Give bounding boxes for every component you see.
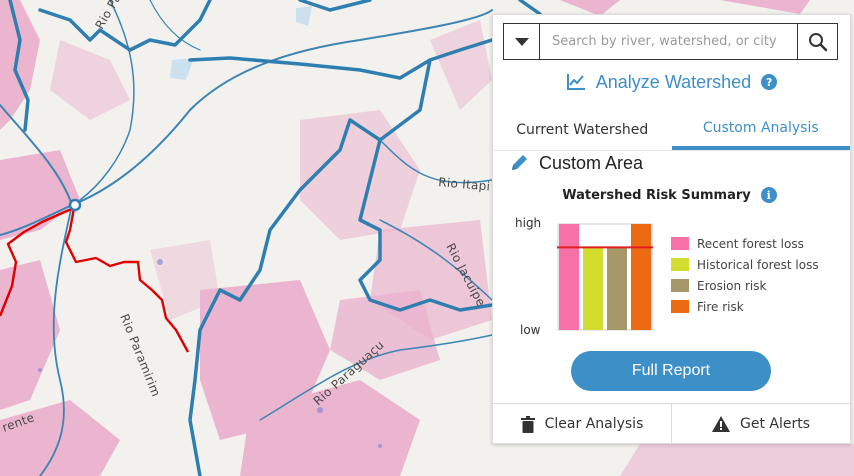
full-report-button[interactable]: Full Report <box>571 351 771 391</box>
get-alerts-label: Get Alerts <box>739 416 811 432</box>
clear-analysis-button[interactable]: Clear Analysis <box>493 404 671 444</box>
panel-footer: Clear Analysis Get Alerts <box>493 403 850 444</box>
legend-swatch <box>671 237 689 250</box>
risk-bar <box>583 247 603 330</box>
trash-icon <box>520 415 535 433</box>
clear-analysis-label: Clear Analysis <box>544 416 644 432</box>
custom-area-header: Custom Area <box>509 153 643 173</box>
risk-bar-chart <box>557 223 653 331</box>
risk-summary-title: Watershed Risk Summary <box>562 187 751 203</box>
legend-label: Recent forest loss <box>697 236 804 251</box>
tab-custom-analysis[interactable]: Custom Analysis <box>671 109 850 151</box>
analysis-tabs: Current Watershed Custom Analysis <box>493 109 850 151</box>
legend-label: Erosion risk <box>697 278 767 293</box>
pencil-icon <box>512 155 527 170</box>
legend-item: Historical forest loss <box>671 254 819 275</box>
legend-swatch <box>671 300 689 313</box>
search-input[interactable] <box>540 24 797 59</box>
y-axis-label-high: high <box>515 216 542 230</box>
info-icon[interactable]: i <box>760 187 777 203</box>
legend-swatch <box>671 258 689 271</box>
tab-divider <box>493 150 850 151</box>
get-alerts-button[interactable]: Get Alerts <box>671 404 850 444</box>
chart-legend: Recent forest loss Historical forest los… <box>671 233 819 317</box>
legend-label: Historical forest loss <box>697 257 819 272</box>
risk-summary-header: Watershed Risk Summary i <box>493 187 850 203</box>
legend-label: Fire risk <box>697 299 744 314</box>
legend-item: Recent forest loss <box>671 233 819 254</box>
search-bar <box>503 23 838 60</box>
selected-point-marker[interactable] <box>68 198 82 212</box>
help-icon[interactable]: ? <box>761 74 778 90</box>
y-axis-label-low: low <box>520 323 541 337</box>
tab-current-watershed[interactable]: Current Watershed <box>493 109 672 151</box>
custom-area-title: Custom Area <box>539 152 644 173</box>
legend-item: Erosion risk <box>671 275 819 296</box>
risk-bar <box>607 247 627 330</box>
legend-swatch <box>671 279 689 292</box>
risk-bar <box>631 224 651 330</box>
caret-down-icon <box>514 37 529 46</box>
dropdown-button[interactable] <box>504 24 540 59</box>
search-button[interactable] <box>797 24 837 59</box>
line-chart-icon <box>566 74 585 90</box>
analyze-watershed-header: Analyze Watershed ? <box>493 69 850 95</box>
legend-item: Fire risk <box>671 296 819 317</box>
warning-icon <box>711 416 730 432</box>
analysis-panel: Analyze Watershed ? Current Watershed Cu… <box>492 14 851 444</box>
analyze-watershed-title: Analyze Watershed <box>595 71 752 92</box>
risk-bar <box>559 224 579 330</box>
search-icon <box>808 32 827 51</box>
